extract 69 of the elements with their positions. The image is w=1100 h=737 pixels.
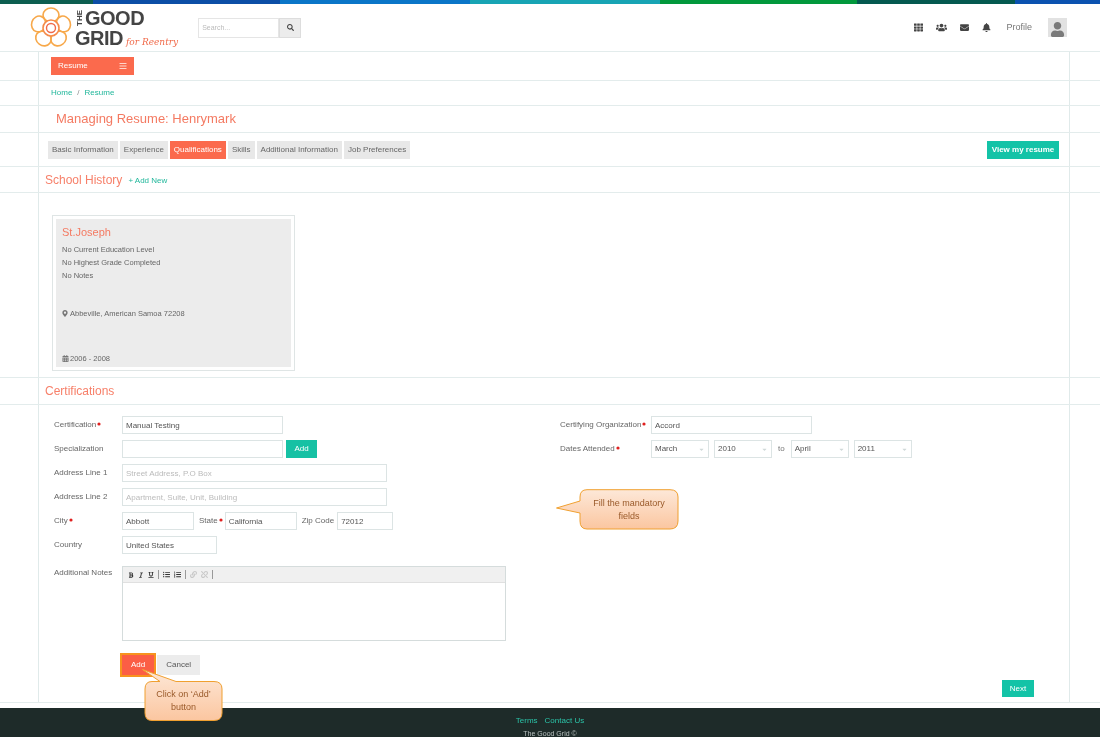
tab[interactable]: Additional Information bbox=[256, 140, 342, 159]
footer-link[interactable]: Terms bbox=[515, 715, 538, 727]
search-button[interactable] bbox=[279, 17, 302, 38]
underline-icon[interactable] bbox=[148, 571, 154, 578]
add-new-link[interactable]: + Add New bbox=[128, 174, 168, 187]
apps-grid-icon[interactable] bbox=[914, 23, 924, 32]
select-field[interactable]: 2011 bbox=[853, 440, 912, 458]
tab[interactable]: Job Preferences bbox=[343, 140, 411, 159]
add-button[interactable]: Add bbox=[122, 655, 155, 675]
text-field[interactable]: Manual Testing bbox=[122, 416, 283, 434]
text-field[interactable]: United States bbox=[122, 536, 217, 554]
footer-link[interactable]: Contact Us bbox=[544, 715, 585, 727]
text-field[interactable]: Abbott bbox=[122, 512, 194, 530]
tab[interactable]: Skills bbox=[227, 140, 255, 159]
field-label: Additional Notes bbox=[54, 567, 113, 579]
logo-text: GOOD bbox=[85, 7, 145, 28]
select-field[interactable]: 2010 bbox=[714, 440, 772, 458]
search-icon bbox=[286, 24, 294, 31]
logo-tagline: for Reentry bbox=[126, 37, 179, 47]
section-title: Certifications bbox=[45, 383, 115, 400]
field-label: Address Line 1 bbox=[54, 467, 108, 479]
school-name: St.Joseph bbox=[62, 225, 112, 240]
resume-menu-button[interactable]: Resume bbox=[51, 57, 134, 75]
cancel-button[interactable]: Cancel bbox=[157, 655, 201, 675]
users-icon[interactable] bbox=[936, 22, 948, 33]
field-label: Country bbox=[54, 539, 82, 551]
tab[interactable]: Basic Information bbox=[48, 140, 118, 159]
text-field[interactable]: Accord bbox=[651, 416, 812, 434]
numbered-list-icon[interactable] bbox=[174, 571, 181, 578]
field-label: Specialization bbox=[54, 443, 104, 455]
required-icon bbox=[218, 517, 223, 522]
field-label: Address Line 2 bbox=[54, 491, 108, 503]
bold-icon[interactable] bbox=[128, 571, 134, 578]
field-label: Zip Code bbox=[301, 515, 335, 527]
callout: Click on ‘Add’ button bbox=[142, 669, 223, 721]
logo-text: GRID bbox=[75, 27, 123, 48]
text-field[interactable]: California bbox=[224, 512, 297, 530]
text-field[interactable]: 72012 bbox=[337, 512, 394, 530]
bulleted-list-icon[interactable] bbox=[163, 571, 170, 578]
breadcrumb-link[interactable]: Resume bbox=[84, 87, 115, 99]
mail-icon[interactable] bbox=[960, 23, 970, 32]
bell-icon[interactable] bbox=[982, 23, 992, 32]
field-label: Certifying Organization bbox=[560, 419, 642, 431]
field-label: Certification bbox=[54, 419, 97, 431]
calendar-icon bbox=[62, 354, 69, 362]
select-field[interactable]: April bbox=[790, 440, 849, 458]
section-title: School History bbox=[45, 171, 123, 189]
field-label: City bbox=[54, 515, 68, 527]
logo-text: THE bbox=[75, 9, 84, 26]
required-icon bbox=[68, 517, 73, 522]
select-field[interactable]: March bbox=[651, 440, 709, 458]
field-label: Dates Attended bbox=[560, 443, 615, 455]
required-icon bbox=[642, 421, 647, 426]
field-label: State bbox=[199, 515, 218, 527]
page-title: Managing Resume: Henrymark bbox=[56, 110, 236, 129]
italic-icon[interactable] bbox=[138, 571, 144, 578]
breadcrumb-separator: / bbox=[77, 87, 80, 99]
breadcrumb-link[interactable]: Home bbox=[51, 87, 73, 99]
menu-icon bbox=[119, 62, 127, 70]
required-icon bbox=[615, 445, 620, 450]
tab[interactable]: Qualifications bbox=[169, 140, 226, 159]
avatar[interactable] bbox=[1048, 18, 1067, 37]
range-separator: to bbox=[778, 443, 785, 455]
required-icon bbox=[97, 421, 102, 426]
profile-link[interactable]: Profile bbox=[1006, 20, 1032, 35]
tab[interactable]: Experience bbox=[119, 140, 168, 159]
callout: Fill the mandatory fields bbox=[556, 489, 679, 530]
text-field[interactable] bbox=[122, 440, 283, 458]
location-pin-icon bbox=[62, 309, 68, 317]
